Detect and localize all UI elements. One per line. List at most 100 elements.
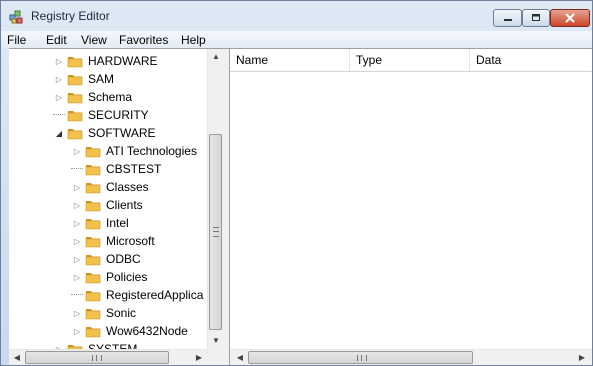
grip-icon (92, 355, 102, 361)
scroll-down-arrow-icon[interactable]: ▼ (208, 333, 223, 349)
tree-item-intel[interactable]: ▷ Intel (71, 214, 129, 232)
triangle-right-icon[interactable]: ▷ (71, 271, 83, 283)
tree-item-cbstest[interactable]: CBSTEST (71, 160, 161, 178)
tree-item-policies[interactable]: ▷ Policies (71, 268, 147, 286)
folder-icon (67, 54, 83, 68)
tree-vertical-scrollbar[interactable]: ▲ ▼ (207, 49, 223, 349)
tree-item-label: CBSTEST (106, 162, 162, 176)
folder-icon (85, 252, 101, 266)
menu-bar: File Edit View Favorites Help (1, 31, 592, 48)
triangle-right-icon[interactable]: ▷ (71, 181, 83, 193)
window-title: Registry Editor (31, 9, 110, 23)
tree-item-classes[interactable]: ▷ Classes (71, 178, 149, 196)
registry-icon (9, 10, 23, 24)
folder-icon (67, 72, 83, 86)
tree-item-microsoft[interactable]: ▷ Microsoft (71, 232, 155, 250)
scroll-right-arrow-icon[interactable]: ▶ (191, 350, 207, 365)
menu-view[interactable]: View (81, 33, 107, 47)
tree-item-sonic[interactable]: ▷ Sonic (71, 304, 136, 322)
tree-item-label: Clients (106, 198, 143, 212)
tree-item-label: Classes (106, 180, 149, 194)
column-name[interactable]: Name (230, 49, 350, 71)
maximize-button[interactable] (522, 9, 550, 27)
maximize-icon (532, 14, 540, 21)
folder-icon (85, 270, 101, 284)
tree-item-label: SOFTWARE (88, 126, 156, 140)
triangle-right-icon[interactable]: ▷ (53, 55, 65, 67)
column-type[interactable]: Type (350, 49, 470, 71)
folder-icon (85, 234, 101, 248)
tree-horizontal-scroll-thumb[interactable] (25, 351, 169, 364)
close-button[interactable] (550, 9, 590, 27)
tree-connector (53, 114, 65, 116)
triangle-right-icon[interactable]: ▷ (71, 253, 83, 265)
folder-icon (85, 216, 101, 230)
tree-item-label: ODBC (106, 252, 141, 266)
menu-edit[interactable]: Edit (46, 33, 67, 47)
folder-icon (85, 162, 101, 176)
triangle-down-icon[interactable]: ◢ (53, 127, 65, 139)
triangle-right-icon[interactable]: ▷ (71, 307, 83, 319)
triangle-right-icon[interactable]: ▷ (71, 199, 83, 211)
grip-icon (213, 227, 219, 237)
tree-item-label: HARDWARE (88, 54, 158, 68)
tree-item-label: Microsoft (106, 234, 155, 248)
scroll-left-arrow-icon[interactable]: ◀ (9, 350, 25, 365)
tree-item-wow6432node[interactable]: ▷ Wow6432Node (71, 322, 188, 340)
key-tree-pane[interactable]: ▷ HARDWARE ▷ SAM ▷ Schema SECURITY ◢ SOFTWARE ▷ AT… (9, 49, 224, 365)
folder-icon (85, 324, 101, 338)
triangle-right-icon[interactable]: ▷ (71, 145, 83, 157)
menu-favorites[interactable]: Favorites (119, 33, 168, 47)
tree-horizontal-scrollbar[interactable]: ◀ ▶ (9, 349, 207, 365)
tree-item-hardware[interactable]: ▷ HARDWARE (53, 52, 158, 70)
tree-item-label: Wow6432Node (106, 324, 188, 338)
tree-item-label: RegisteredApplica (106, 288, 204, 302)
scrollbar-corner (207, 349, 223, 365)
folder-icon (85, 198, 101, 212)
folder-icon (85, 144, 101, 158)
folder-icon (67, 126, 83, 140)
scroll-right-arrow-icon[interactable]: ▶ (574, 350, 590, 365)
tree-item-registeredapplica[interactable]: RegisteredApplica (71, 286, 203, 304)
list-horizontal-scrollbar[interactable]: ◀ ▶ (230, 349, 592, 365)
registry-editor-window: Registry Editor File Edit View Favorites… (0, 0, 593, 366)
triangle-right-icon[interactable]: ▷ (71, 235, 83, 247)
tree-item-security[interactable]: SECURITY (53, 106, 149, 124)
folder-icon (85, 180, 101, 194)
title-bar[interactable]: Registry Editor (1, 1, 592, 31)
folder-icon (85, 288, 101, 302)
triangle-right-icon[interactable]: ▷ (53, 91, 65, 103)
tree-item-odbc[interactable]: ▷ ODBC (71, 250, 141, 268)
minimize-button[interactable] (493, 9, 522, 27)
tree-item-clients[interactable]: ▷ Clients (71, 196, 143, 214)
triangle-right-icon[interactable]: ▷ (71, 325, 83, 337)
tree-item-software[interactable]: ◢ SOFTWARE (53, 124, 156, 142)
list-horizontal-scroll-thumb[interactable] (248, 351, 473, 364)
pane-splitter[interactable] (223, 49, 230, 365)
list-header: Name Type Data (230, 49, 592, 72)
menu-file[interactable]: File (7, 33, 26, 47)
tree-item-schema[interactable]: ▷ Schema (53, 88, 132, 106)
triangle-right-icon[interactable]: ▷ (71, 217, 83, 229)
tree-item-label: Intel (106, 216, 129, 230)
tree-connector (71, 294, 83, 296)
tree-item-label: Schema (88, 90, 133, 104)
values-list-pane[interactable]: Name Type Data ◀ ▶ (230, 49, 592, 365)
column-data[interactable]: Data (470, 49, 592, 71)
tree-item-sam[interactable]: ▷ SAM (53, 70, 114, 88)
tree-item-label: Sonic (106, 306, 137, 320)
scroll-left-arrow-icon[interactable]: ◀ (232, 350, 248, 365)
minimize-icon (503, 19, 512, 21)
folder-icon (85, 306, 101, 320)
tree-item-ati-technologies[interactable]: ▷ ATI Technologies (71, 142, 197, 160)
close-icon (565, 13, 575, 23)
folder-icon (67, 90, 83, 104)
tree-connector (71, 168, 83, 170)
client-area: ▷ HARDWARE ▷ SAM ▷ Schema SECURITY ◢ SOFTWARE ▷ AT… (9, 48, 592, 365)
tree-vertical-scroll-thumb[interactable] (209, 134, 222, 330)
scroll-up-arrow-icon[interactable]: ▲ (208, 49, 223, 65)
menu-help[interactable]: Help (181, 33, 206, 47)
triangle-right-icon[interactable]: ▷ (53, 73, 65, 85)
folder-icon (67, 108, 83, 122)
tree-item-label: SAM (88, 72, 115, 86)
